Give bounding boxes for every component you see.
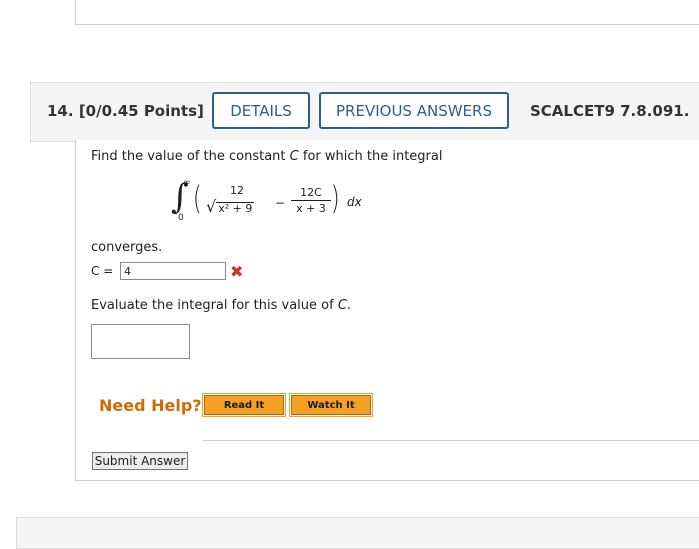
fraction-term-1: 12 √ x² + 9 (206, 184, 268, 215)
next-question-box (16, 517, 699, 549)
question-body: Find the value of the constant C for whi… (75, 140, 699, 481)
differential: dx (347, 195, 362, 209)
term1-numerator: 12 (230, 184, 244, 197)
details-button[interactable]: DETAILS (212, 92, 310, 129)
read-it-button[interactable]: Read It (202, 393, 286, 417)
minus-sign: − (275, 196, 286, 210)
question-prompt: Find the value of the constant C for whi… (91, 149, 443, 164)
previous-answers-button[interactable]: PREVIOUS ANSWERS (319, 92, 509, 129)
previous-question-box (75, 0, 699, 25)
need-help-label: Need Help? (99, 396, 202, 415)
integral-expression: ∫ ∞ 0 ( 12 √ x² + 9 − 12C x + 3 ) dx (171, 178, 471, 228)
c-answer-input[interactable] (120, 262, 226, 280)
integral-answer-input[interactable] (91, 324, 190, 359)
sqrt-icon: √ (206, 197, 217, 216)
question-header: 14. [0/0.45 Points] DETAILS PREVIOUS ANS… (30, 82, 699, 142)
watch-it-button[interactable]: Watch It (289, 393, 373, 417)
term2-denominator: x + 3 (296, 202, 326, 215)
fraction-term-2: 12C x + 3 (291, 186, 331, 215)
c-label: C = (91, 264, 114, 278)
right-paren: ) (330, 179, 340, 217)
converges-text: converges. (91, 240, 163, 255)
question-reference: SCALCET9 7.8.091. (530, 102, 690, 120)
divider-line (203, 440, 699, 441)
term2-numerator: 12C (300, 186, 322, 199)
submit-answer-button[interactable]: Submit Answer (92, 452, 188, 470)
left-paren: ( (192, 179, 202, 217)
term1-denominator: x² + 9 (216, 201, 255, 215)
evaluate-text: Evaluate the integral for this value of … (91, 298, 352, 313)
integral-lower-limit: 0 (178, 213, 184, 223)
integral-upper-limit: ∞ (183, 178, 191, 188)
question-number: 14. (47, 102, 74, 120)
question-number-points: 14. [0/0.45 Points] (47, 102, 204, 120)
cross-icon: ✖ (230, 262, 244, 281)
question-points: [0/0.45 Points] (78, 102, 204, 120)
